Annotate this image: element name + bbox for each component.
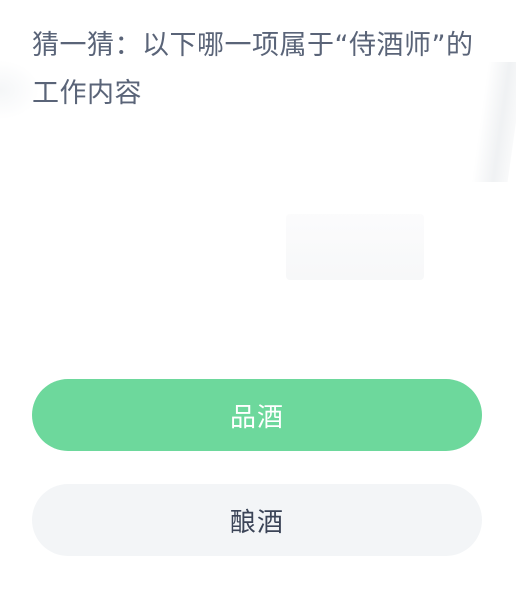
option-button-2[interactable]: 酿酒 <box>32 484 482 556</box>
option-label: 酿酒 <box>229 507 284 538</box>
question-text: 猜一猜：以下哪一项属于“侍酒师”的工作内容 <box>32 30 474 109</box>
option-button-1[interactable]: 品酒 <box>32 379 482 451</box>
quiz-page: 猜一猜：以下哪一项属于“侍酒师”的工作内容 品酒 酿酒 <box>0 0 516 597</box>
option-label: 品酒 <box>229 402 284 433</box>
background-decoration-center <box>286 214 424 280</box>
